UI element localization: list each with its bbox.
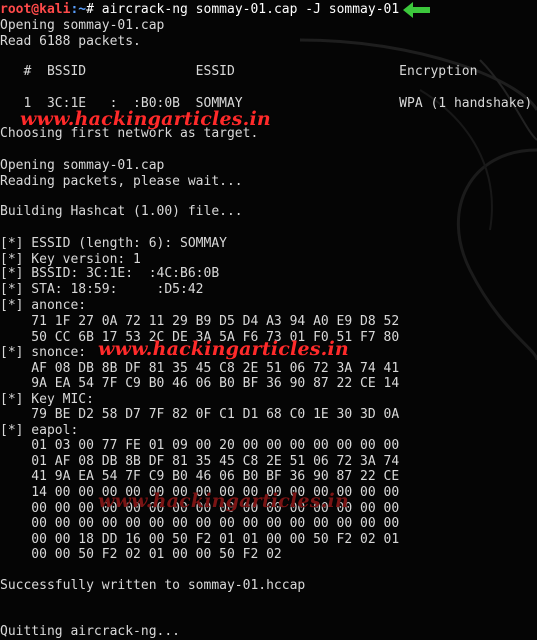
key-mic-label: [*] Key MIC: bbox=[0, 392, 94, 407]
terminal-window[interactable]: root@kali:~# aircrack-ng sommay-01.cap -… bbox=[0, 0, 537, 640]
hex-line: 41 9A EA 54 7F C9 B0 46 06 B0 BF 36 90 8… bbox=[0, 469, 400, 484]
green-left-arrow-icon bbox=[403, 2, 430, 18]
hex-line: 01 03 00 77 FE 01 09 00 20 00 00 00 00 0… bbox=[0, 438, 400, 453]
prompt-symbol: # bbox=[86, 2, 102, 17]
hex-line: 00 00 50 F2 02 01 00 00 50 F2 02 bbox=[0, 547, 282, 562]
command-text: aircrack-ng sommay-01.cap -J sommay-01 bbox=[101, 2, 400, 17]
sta-line: [*] STA: 18:59: :D5:42 bbox=[0, 282, 204, 297]
prompt-user-host: root@kali bbox=[0, 2, 71, 17]
command-prompt-line: root@kali:~# aircrack-ng sommay-01.cap -… bbox=[0, 2, 399, 18]
hex-line: 71 1F 27 0A 72 11 29 B9 D5 D4 A3 94 A0 E… bbox=[0, 314, 400, 329]
hex-line: 01 AF 08 DB 8B DF 81 35 45 C8 2E 51 06 7… bbox=[0, 454, 400, 469]
hex-line: 00 00 18 DD 16 00 50 F2 01 01 00 00 50 F… bbox=[0, 532, 400, 547]
quit-message: Quitting aircrack-ng... bbox=[0, 624, 181, 639]
eapol-label: [*] eapol: bbox=[0, 423, 79, 438]
output-line: Opening sommay-01.cap bbox=[0, 158, 165, 173]
essid-line: [*] ESSID (length: 6): SOMMAY bbox=[0, 236, 227, 251]
prompt-path: :~ bbox=[70, 2, 87, 17]
success-message: Successfully written to sommay-01.hccap bbox=[0, 578, 306, 593]
hex-line: 9A EA 54 7F C9 B0 46 06 B0 BF 36 90 87 2… bbox=[0, 376, 400, 391]
snonce-label: [*] snonce: bbox=[0, 345, 87, 360]
watermark-text: www.hackingarticles.in bbox=[98, 338, 349, 360]
output-line: Read 6188 packets. bbox=[0, 34, 141, 49]
watermark-text: www.hackingarticles.in bbox=[98, 490, 349, 512]
bssid-line: [*] BSSID: 3C:1E: :4C:B6:0B bbox=[0, 266, 220, 281]
anonce-label: [*] anonce: bbox=[0, 298, 87, 313]
hex-line: AF 08 DB 8B DF 81 35 45 C8 2E 51 06 72 3… bbox=[0, 361, 400, 376]
hex-line: 00 00 00 00 00 00 00 00 00 00 00 00 00 0… bbox=[0, 516, 400, 531]
output-line: Building Hashcat (1.00) file... bbox=[0, 204, 243, 219]
hex-line: 79 BE D2 58 D7 7F 82 0F C1 D1 68 C0 1E 3… bbox=[0, 407, 400, 422]
output-line: Reading packets, please wait... bbox=[0, 174, 243, 189]
watermark-text: www.hackingarticles.in bbox=[20, 108, 271, 130]
output-line: Opening sommay-01.cap bbox=[0, 18, 165, 33]
network-table-header: # BSSID ESSID Encryption bbox=[0, 64, 478, 79]
